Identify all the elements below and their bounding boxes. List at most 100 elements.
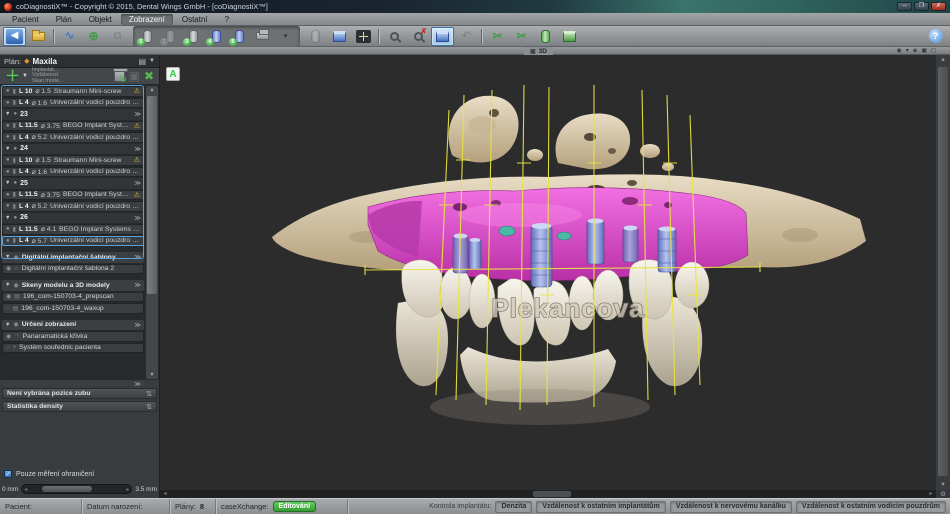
menu-ostatn[interactable]: Ostatní	[174, 14, 216, 25]
casexchange-status-badge[interactable]: Editování	[273, 501, 317, 512]
step-4-button[interactable]: 4	[205, 27, 228, 46]
implant-row[interactable]: ●▮L 11.5⌀ 4.1BEGO Implant Systems BE...	[2, 224, 144, 235]
drill-template-button[interactable]	[534, 27, 557, 46]
minimize-button[interactable]: ─	[897, 2, 912, 11]
coordinate-axes-button[interactable]	[352, 27, 375, 46]
cut-bone-button[interactable]: ✂	[486, 27, 509, 46]
viewport-3d[interactable]: Plekancova A	[160, 55, 936, 490]
print-button[interactable]	[251, 27, 274, 46]
tab-3d[interactable]: ▣ 3D	[524, 47, 553, 55]
implant-row[interactable]: ●▮L 4⌀ 5.2Univerzální vodicí pouzdro Un.…	[2, 201, 144, 212]
slider-right-arrow[interactable]: ▸	[126, 486, 129, 494]
menu-pacient[interactable]: Pacient	[4, 14, 47, 25]
scrollbar-thumb[interactable]	[533, 491, 571, 497]
visibility-eye-icon[interactable]: ●	[6, 123, 10, 129]
implant-row[interactable]: ●▮L 4⌀ 5.7Univerzální vodicí pouzdro BE.…	[2, 236, 144, 247]
chevrons-icon[interactable]: ≫	[134, 110, 141, 118]
slider-thumb[interactable]	[42, 486, 92, 492]
print-dropdown[interactable]: ▾	[274, 27, 297, 46]
collapse-caret-icon[interactable]: ▼	[5, 254, 10, 260]
check-button-vzd-lenost-k-ostatn-m-implant-t-m[interactable]: Vzdálenost k ostatním implantátům	[536, 501, 665, 513]
menu-pl-n[interactable]: Plán	[48, 14, 80, 25]
back-button[interactable]: ◀	[3, 27, 26, 46]
chevrons-icon[interactable]: ≫	[134, 179, 141, 187]
scrollbar-thumb[interactable]	[147, 96, 157, 294]
visibility-eye-icon[interactable]: ●	[13, 146, 17, 152]
visibility-eye-icon[interactable]: ●	[6, 169, 10, 175]
scrollbar-thumb[interactable]	[938, 67, 948, 476]
visibility-eye-icon[interactable]: ◉	[6, 265, 11, 272]
visibility-eye-icon[interactable]: ●	[6, 192, 10, 198]
marker-icon[interactable]: ◈	[913, 48, 918, 54]
list-item-196-com-150703-4-waxup[interactable]: ○▤196_com-150703-4_waxup	[2, 303, 144, 314]
collapse-caret-icon[interactable]: ▼	[5, 282, 10, 288]
delete-measure-button[interactable]	[407, 27, 430, 46]
visibility-eye-icon[interactable]: ●	[6, 157, 10, 163]
collapse-caret-icon[interactable]: ▼	[5, 111, 10, 117]
implant-row[interactable]: ●▮L 10⌀ 1.5Straumann Mini-screw⚠	[2, 86, 144, 97]
collapse-caret-icon[interactable]: ▼	[5, 146, 10, 152]
visibility-caret-icon[interactable]: ▾	[906, 48, 909, 54]
check-button-vzd-lenost-k-nervov-mu-kan-lku[interactable]: Vzdálenost k nervovému kanálku	[670, 501, 792, 513]
section-digit-ln-implanta-n-ablony[interactable]: ▼◉Digitální implantační šablony≫	[2, 252, 144, 263]
viewport-hscrollbar[interactable]: ◂ ▸ ⚙	[160, 490, 950, 498]
scroll-down-icon[interactable]: ▼	[936, 480, 950, 490]
visibility-eye-icon[interactable]: ●	[6, 203, 10, 209]
visibility-eye-icon[interactable]: ●	[6, 88, 10, 94]
visibility-eye-icon[interactable]: ◉	[6, 333, 11, 340]
check-button-vzd-lenost-k-ostatn-m-vodic-m-pouzdr-m[interactable]: Vzdálenost k ostatním vodicím pouzdrům	[796, 501, 946, 513]
step-3-button[interactable]: 3	[182, 27, 205, 46]
implant-row[interactable]: ●▮L 4⌀ 1.6Univerzální vodicí pouzdro Vir…	[2, 167, 144, 178]
section-ur-en-zobrazen[interactable]: ▼◉Určení zobrazení≫	[2, 320, 144, 331]
step-5-button[interactable]: 5	[228, 27, 251, 46]
viewport-vscrollbar[interactable]: ▲ ▼	[936, 55, 950, 490]
implant-row[interactable]: ●▮L 10⌀ 1.5Straumann Mini-screw⚠	[2, 155, 144, 166]
step-2-button[interactable]: 2	[159, 27, 182, 46]
delete-item-button[interactable]	[114, 70, 125, 82]
visibility-eye-icon[interactable]: ●	[13, 111, 17, 117]
goto-implant-button[interactable]: ✖	[144, 69, 154, 83]
cut-model-button[interactable]: ✂	[510, 27, 533, 46]
scroll-left-icon[interactable]: ◂	[160, 490, 170, 498]
select-3d-button[interactable]	[431, 27, 454, 46]
plan-dropdown-button[interactable]: ▼	[149, 58, 155, 64]
visibility-eye-icon[interactable]: ◉	[6, 293, 11, 300]
chevrons-icon[interactable]: ≫	[134, 253, 141, 261]
measure-limit-checkbox[interactable]: ✓	[4, 470, 12, 478]
visibility-eye-icon[interactable]: ◉	[13, 321, 18, 328]
chevrons-icon[interactable]: ≫	[134, 281, 141, 289]
implant-group-24[interactable]: ▼●24≫	[2, 144, 144, 155]
copy-plan-button[interactable]: ⧉	[106, 27, 129, 46]
step-1-button[interactable]: 1	[136, 27, 159, 46]
add-item-button[interactable]: ＋	[5, 69, 20, 84]
collapse-caret-icon[interactable]: ▼	[5, 322, 10, 328]
visibility-eye-icon[interactable]: ◉	[13, 282, 18, 289]
move-object-button[interactable]	[328, 27, 351, 46]
check-button-denzita[interactable]: Denzita	[495, 501, 532, 513]
bone-segment-button[interactable]	[558, 27, 581, 46]
plan-wizard-button[interactable]: ∿	[58, 27, 81, 46]
chevrons-icon[interactable]: ≫	[134, 321, 141, 329]
visibility-eye-icon[interactable]: ○	[6, 305, 10, 311]
implant-row[interactable]: ●▮L 4⌀ 1.6Univerzální vodicí pouzdro Vir…	[2, 98, 144, 109]
dental-3d-model[interactable]: Plekancova	[160, 55, 936, 490]
menu-zobrazen[interactable]: Zobrazení	[121, 14, 173, 25]
hscroll-track[interactable]	[170, 490, 926, 498]
list-item-196-com-150703-4-prepscan[interactable]: ◉▤196_com-150703-4_prepscan	[2, 292, 144, 303]
spin-control[interactable]: ⇅	[146, 390, 152, 398]
snapshot-icon[interactable]: ▣	[921, 48, 927, 54]
visibility-eye-icon[interactable]: ●	[6, 134, 10, 140]
implant-group-26[interactable]: ▼●26≫	[2, 213, 144, 224]
scroll-up-icon[interactable]: ▲	[936, 55, 950, 65]
layout-icon[interactable]: ◻	[931, 48, 936, 54]
visibility-eye-icon[interactable]: ●	[13, 180, 17, 186]
chevrons-icon[interactable]: ≫	[134, 214, 141, 222]
visibility-eye-icon[interactable]: ○	[6, 345, 10, 351]
slider-left-arrow[interactable]: ◂	[24, 486, 27, 494]
menu-item[interactable]: ?	[217, 14, 237, 25]
maximize-button[interactable]: ❐	[914, 2, 929, 11]
expander-statistika-density[interactable]: Statistika density⇅	[2, 401, 157, 412]
help-button[interactable]: ?	[924, 27, 947, 46]
add-item-caret[interactable]: ▼	[22, 73, 28, 79]
visibility-eye-icon[interactable]: ◉	[896, 48, 901, 54]
